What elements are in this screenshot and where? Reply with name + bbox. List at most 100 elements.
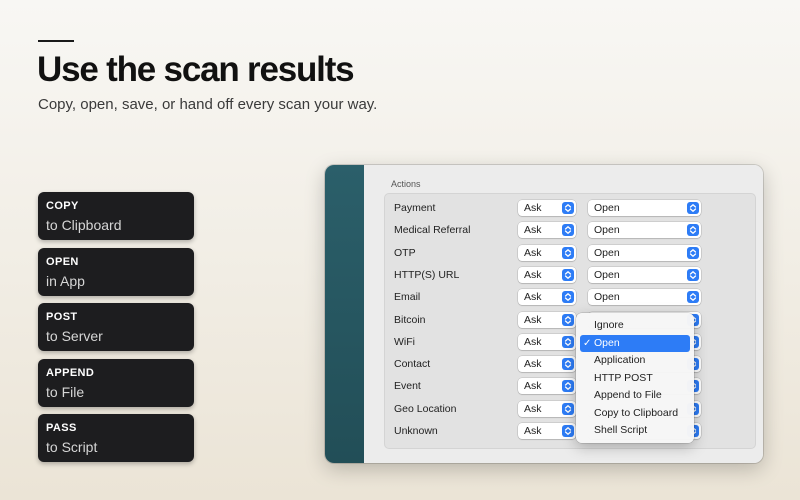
ask-popup[interactable]: Ask <box>518 289 576 306</box>
ask-popup[interactable]: Ask <box>518 400 576 417</box>
action-row-payment: Payment Ask Open <box>385 198 755 220</box>
row-label: Event <box>394 380 421 393</box>
row-label: Email <box>394 291 421 304</box>
feature-cards: COPY to Clipboard OPEN in App POST to Se… <box>38 192 194 470</box>
chevron-up-down-icon <box>562 380 574 393</box>
ask-popup-value: Ask <box>524 313 542 326</box>
menu-item-copy-to-clipboard[interactable]: Copy to Clipboard <box>580 405 690 423</box>
action-row-email: Email Ask Open <box>385 287 755 309</box>
actions-group: Payment Ask Open Medical Referral Ask Open OTP… <box>384 193 756 449</box>
card-subtitle: to File <box>46 383 85 400</box>
chevron-up-down-icon <box>562 358 574 371</box>
menu-item-shell-script[interactable]: Shell Script <box>580 422 690 440</box>
ask-popup-value: Ask <box>524 335 542 348</box>
chevron-up-down-icon <box>687 202 699 214</box>
action-popup-value: Open <box>594 202 620 214</box>
menu-item-label: HTTP POST <box>594 371 653 384</box>
ask-popup-value: Ask <box>524 224 542 237</box>
chevron-up-down-icon <box>562 202 574 214</box>
row-label: Contact <box>394 358 431 371</box>
action-row-medical-referral: Medical Referral Ask Open <box>385 220 755 242</box>
row-label: Medical Referral <box>394 224 471 237</box>
menu-item-label: Copy to Clipboard <box>594 406 679 419</box>
row-label: OTP <box>394 246 416 259</box>
chevron-up-down-icon <box>562 268 574 281</box>
action-popup[interactable]: Open <box>588 200 701 216</box>
feature-card-copy: COPY to Clipboard <box>38 192 194 240</box>
chevron-up-down-icon <box>687 291 699 304</box>
chevron-up-down-icon <box>687 268 699 281</box>
chevron-up-down-icon <box>687 224 699 237</box>
ask-popup-value: Ask <box>524 246 542 259</box>
action-dropdown-menu: Ignore ✓ Open Application HTTP POST Append to… <box>576 313 694 443</box>
row-label: Unknown <box>394 425 438 437</box>
menu-item-label: Application <box>594 354 646 366</box>
ask-popup-value: Ask <box>524 358 542 371</box>
card-title: APPEND <box>46 366 95 379</box>
ask-popup-value: Ask <box>524 268 542 281</box>
ask-popup[interactable]: Ask <box>518 244 576 261</box>
action-row-bitcoin: Bitcoin Ask <box>385 310 755 332</box>
ask-popup-value: Ask <box>524 380 542 393</box>
action-row-otp: OTP Ask Open <box>385 243 755 265</box>
chevron-up-down-icon <box>562 313 574 326</box>
action-row-unknown: Unknown Ask <box>385 421 755 443</box>
ask-popup[interactable]: Ask <box>518 423 576 439</box>
chevron-up-down-icon <box>562 291 574 304</box>
action-row-event: Event Ask <box>385 376 755 398</box>
ask-popup[interactable]: Ask <box>518 222 576 239</box>
menu-item-open[interactable]: ✓ Open <box>580 334 690 352</box>
menu-item-label: Shell Script <box>594 424 648 436</box>
feature-card-pass: PASS to Script <box>38 414 194 462</box>
menu-item-label: Append to File <box>594 389 662 401</box>
feature-card-open: OPEN in App <box>38 247 194 296</box>
action-popup-value: Open <box>594 268 620 281</box>
card-title: POST <box>46 311 78 323</box>
feature-card-post: POST to Server <box>38 303 194 351</box>
action-row-http-s-url: HTTP(S) URL Ask Open <box>385 265 755 287</box>
ask-popup[interactable]: Ask <box>518 378 576 395</box>
row-label: Geo Location <box>394 402 457 415</box>
settings-window: Actions Payment Ask Open Medical Referral As… <box>325 165 763 463</box>
action-popup-value: Open <box>594 291 620 304</box>
sidebar <box>325 165 364 463</box>
card-subtitle: to Clipboard <box>46 217 122 233</box>
feature-card-append: APPEND to File <box>38 358 194 407</box>
ask-popup[interactable]: Ask <box>518 333 576 350</box>
settings-content: Actions Payment Ask Open Medical Referral As… <box>364 165 763 463</box>
ask-popup[interactable]: Ask <box>518 356 576 373</box>
menu-item-ignore[interactable]: Ignore <box>580 317 690 335</box>
action-popup[interactable]: Open <box>588 289 701 306</box>
chevron-up-down-icon <box>562 246 574 259</box>
menu-item-http-post[interactable]: HTTP POST <box>580 370 690 388</box>
card-subtitle: in App <box>46 272 85 289</box>
chevron-up-down-icon <box>562 224 574 237</box>
menu-item-application[interactable]: Application <box>580 352 690 370</box>
action-popup[interactable]: Open <box>588 266 701 283</box>
chevron-up-down-icon <box>687 246 699 259</box>
ask-popup-value: Ask <box>524 202 542 214</box>
chevron-up-down-icon <box>562 425 574 437</box>
ask-popup[interactable]: Ask <box>518 266 576 283</box>
action-popup-value: Open <box>594 224 620 237</box>
action-row-geo-location: Geo Location Ask <box>385 399 755 421</box>
ask-popup-value: Ask <box>524 425 542 437</box>
ask-popup-value: Ask <box>524 402 542 415</box>
chevron-up-down-icon <box>562 402 574 415</box>
ask-popup[interactable]: Ask <box>518 311 576 328</box>
menu-item-label: Open <box>594 336 620 349</box>
action-row-contact: Contact Ask <box>385 354 755 376</box>
action-popup[interactable]: Open <box>588 222 701 239</box>
card-title: COPY <box>46 200 79 212</box>
card-subtitle: to Server <box>46 328 103 344</box>
menu-item-append-to-file[interactable]: Append to File <box>580 387 690 405</box>
action-popup[interactable]: Open <box>588 244 701 261</box>
ask-popup[interactable]: Ask <box>518 200 576 216</box>
row-label: HTTP(S) URL <box>394 268 460 281</box>
row-label: WiFi <box>394 335 415 348</box>
action-row-wifi: WiFi Ask <box>385 332 755 354</box>
row-label: Bitcoin <box>394 313 426 326</box>
page-title: Use the scan results <box>37 50 355 89</box>
ask-popup-value: Ask <box>524 291 542 304</box>
page-subtitle: Copy, open, save, or hand off every scan… <box>38 96 378 113</box>
